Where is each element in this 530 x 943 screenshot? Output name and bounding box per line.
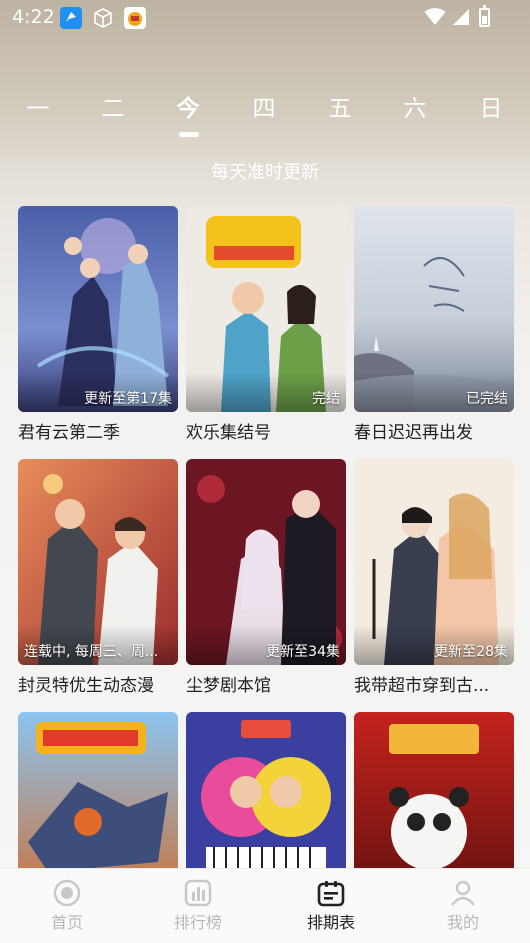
tab-today[interactable]: 今: [158, 92, 218, 126]
nav-home[interactable]: 首页: [22, 879, 112, 933]
tab-friday[interactable]: 五: [310, 92, 370, 126]
schedule-icon: [317, 879, 345, 907]
ranking-icon: [184, 879, 212, 907]
status-time: 4:22: [12, 6, 55, 28]
show-cover[interactable]: 已完结: [354, 206, 514, 412]
cover-fantasy-warriors-image: [18, 206, 178, 412]
nav-profile[interactable]: 我的: [418, 879, 508, 933]
show-card[interactable]: 连载中, 每周三、周... 封灵特优生动态漫: [18, 459, 178, 696]
cover-variety-hosts-image: [186, 206, 346, 412]
show-cover[interactable]: 更新至34集: [186, 459, 346, 665]
nav-schedule[interactable]: 排期表: [286, 879, 376, 933]
show-card[interactable]: 更新至28集 我带超市穿到古...: [354, 459, 514, 696]
show-title[interactable]: 封灵特优生动态漫: [18, 671, 178, 696]
show-card[interactable]: 更新至第17集 君有云第二季: [18, 206, 178, 443]
nav-profile-label: 我的: [446, 913, 479, 932]
status-badge: 完结: [312, 391, 340, 407]
schedule-subtitle: 每天准时更新: [211, 162, 319, 183]
show-card[interactable]: 已完结 春日迟迟再出发: [354, 206, 514, 443]
nav-schedule-label: 排期表: [306, 913, 355, 932]
show-cover[interactable]: 更新至28集: [354, 459, 514, 665]
episode-badge: 连载中, 每周三、周...: [24, 644, 159, 660]
episode-badge: 更新至第17集: [84, 391, 172, 407]
nav-ranking[interactable]: 排行榜: [153, 879, 243, 933]
status-badge: 已完结: [466, 391, 508, 407]
tab-tuesday[interactable]: 二: [83, 92, 143, 126]
cover-couple-roses-image: [186, 459, 346, 665]
cover-misty-coast-image: [354, 206, 514, 412]
wifi-icon: [424, 8, 446, 30]
status-bar: 4:22: [0, 0, 530, 36]
show-card[interactable]: 完结 欢乐集结号: [186, 206, 346, 443]
profile-icon: [449, 879, 477, 907]
app-notification-icon-blue: [60, 7, 82, 29]
app-notification-icon-game: [124, 7, 146, 29]
tab-sunday[interactable]: 日: [461, 92, 521, 126]
show-title[interactable]: 君有云第二季: [18, 418, 178, 443]
tab-saturday[interactable]: 六: [385, 92, 445, 126]
tab-thursday[interactable]: 四: [234, 92, 294, 126]
show-cover[interactable]: 完结: [186, 206, 346, 412]
show-title[interactable]: 尘梦剧本馆: [186, 671, 346, 696]
nav-ranking-label: 排行榜: [173, 913, 222, 932]
cube-icon: [92, 7, 114, 29]
episode-badge: 更新至34集: [266, 644, 340, 660]
show-title[interactable]: 我带超市穿到古...: [354, 671, 514, 696]
show-card[interactable]: 更新至34集 尘梦剧本馆: [186, 459, 346, 696]
show-title[interactable]: 春日迟迟再出发: [354, 418, 514, 443]
show-cover[interactable]: 更新至第17集: [18, 206, 178, 412]
battery-icon: [479, 5, 490, 27]
cover-two-boys-image: [18, 459, 178, 665]
show-cover[interactable]: 连载中, 每周三、周...: [18, 459, 178, 665]
cover-ancient-couple-image: [354, 459, 514, 665]
episode-badge: 更新至28集: [434, 644, 508, 660]
tab-monday[interactable]: 一: [8, 92, 68, 126]
nav-home-label: 首页: [50, 913, 83, 932]
signal-icon: [452, 8, 470, 30]
bottom-nav: 首页 排行榜 排期表 我的: [0, 868, 530, 943]
home-icon: [53, 879, 81, 907]
weekday-tabs: 一 二 今 四 五 六 日: [0, 92, 530, 137]
show-title[interactable]: 欢乐集结号: [186, 418, 346, 443]
active-tab-indicator: [179, 132, 199, 137]
